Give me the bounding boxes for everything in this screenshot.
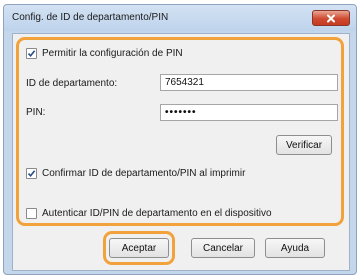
confirm-print-option[interactable]: Confirmar ID de departamento/PIN al impr…	[26, 168, 245, 179]
dialog-window: Config. de ID de departamento/PIN Permit…	[3, 4, 357, 275]
accept-button[interactable]: Aceptar	[109, 238, 169, 258]
checkmark-icon	[27, 170, 36, 178]
department-id-input[interactable]	[160, 74, 338, 91]
allow-pin-label: Permitir la configuración de PIN	[42, 48, 183, 59]
pin-label: PIN:	[26, 107, 46, 118]
cancel-button[interactable]: Cancelar	[191, 238, 255, 258]
close-button[interactable]	[312, 10, 350, 26]
close-icon	[326, 14, 336, 23]
allow-pin-checkbox[interactable]	[26, 48, 37, 59]
checkmark-icon	[27, 50, 36, 58]
confirm-print-label: Confirmar ID de departamento/PIN al impr…	[42, 168, 246, 179]
authenticate-device-option[interactable]: Autenticar ID/PIN de departamento en el …	[26, 208, 272, 219]
authenticate-device-checkbox[interactable]	[26, 208, 37, 219]
confirm-print-checkbox[interactable]	[26, 168, 37, 179]
dialog-client-area: Permitir la configuración de PIN ID de d…	[12, 33, 350, 271]
dialog-title: Config. de ID de departamento/PIN	[12, 12, 169, 23]
department-id-label: ID de departamento:	[26, 78, 118, 89]
pin-input[interactable]	[160, 104, 338, 121]
title-bar: Config. de ID de departamento/PIN	[4, 5, 356, 31]
help-button[interactable]: Ayuda	[265, 238, 325, 258]
allow-pin-option[interactable]: Permitir la configuración de PIN	[26, 48, 183, 59]
authenticate-device-label: Autenticar ID/PIN de departamento en el …	[42, 208, 272, 219]
settings-highlight	[16, 37, 344, 226]
verify-button[interactable]: Verificar	[276, 135, 332, 155]
